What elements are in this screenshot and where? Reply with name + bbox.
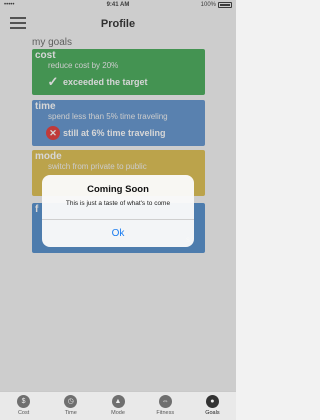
ok-button[interactable]: Ok [42, 220, 194, 247]
tab-fitness[interactable]: ⇔ Fitness [142, 392, 189, 420]
tab-label: Goals [205, 410, 220, 416]
tab-cost[interactable]: $ Cost [0, 392, 47, 420]
tab-label: Mode [111, 410, 125, 416]
alert-title: Coming Soon [87, 184, 149, 195]
goals-icon: ● [205, 395, 219, 408]
tab-label: Cost [17, 410, 30, 416]
mode-icon: ▲ [111, 395, 125, 408]
tab-bar: $ Cost ◷ Time ▲ Mode ⇔ Fitness ● Goals [0, 391, 236, 420]
alert-message: This is just a taste of what's to come [65, 200, 171, 207]
cost-icon: $ [17, 395, 31, 408]
coming-soon-alert: Coming Soon This is just a taste of what… [42, 175, 194, 247]
tab-time[interactable]: ◷ Time [47, 392, 94, 420]
tab-mode[interactable]: ▲ Mode [94, 392, 141, 420]
tab-label: Fitness [156, 410, 175, 416]
fitness-icon: ⇔ [158, 395, 172, 408]
time-icon: ◷ [64, 395, 78, 408]
tab-label: Time [64, 410, 77, 416]
tab-goals[interactable]: ● Goals [189, 392, 236, 420]
